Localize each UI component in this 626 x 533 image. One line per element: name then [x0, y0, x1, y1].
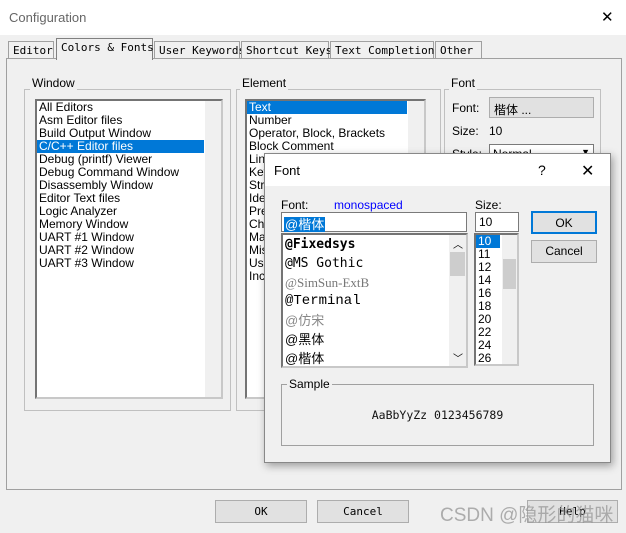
- close-icon[interactable]: ✕: [601, 8, 614, 26]
- font-list-item[interactable]: @黑体: [283, 330, 466, 349]
- font-list-item[interactable]: @MS Gothic: [283, 254, 466, 273]
- sample-group: AaBbYyZz 0123456789: [281, 384, 594, 446]
- scroll-thumb[interactable]: [450, 252, 465, 276]
- dialog-ok-button[interactable]: OK: [531, 211, 597, 234]
- chevron-up-icon[interactable]: ︿: [453, 236, 463, 251]
- window-list-item[interactable]: UART #3 Window: [37, 257, 221, 270]
- font-label: Font:: [452, 101, 480, 115]
- tab-colors-fonts[interactable]: Colors & Fonts: [56, 38, 154, 60]
- font-select-button[interactable]: 楷体 ...: [489, 97, 594, 118]
- size-value: 10: [489, 124, 503, 138]
- title-bar: Configuration ✕: [0, 0, 626, 35]
- element-list-item[interactable]: Block Comment: [247, 140, 424, 153]
- size-input[interactable]: 10: [475, 212, 519, 232]
- font-list-item[interactable]: @Fixedsys: [283, 235, 466, 254]
- tab-user-keywords[interactable]: User Keywords: [154, 41, 245, 59]
- font-dialog: Font ? ✕ Font: monospaced @楷体 @Fixedsys @…: [264, 153, 611, 463]
- font-name-value: @楷体: [284, 217, 326, 232]
- help-icon[interactable]: ?: [538, 162, 546, 178]
- scroll-thumb[interactable]: [503, 259, 516, 289]
- font-dialog-title: Font: [274, 163, 301, 178]
- font-list-item[interactable]: @Terminal: [283, 292, 466, 311]
- size-label: Size:: [452, 124, 479, 138]
- tab-text-completion[interactable]: Text Completion: [330, 41, 434, 59]
- cancel-button[interactable]: Cancel: [317, 500, 409, 523]
- size-label: Size:: [475, 198, 502, 212]
- window-list[interactable]: All Editors Asm Editor files Build Output …: [35, 99, 223, 399]
- monospaced-hint: monospaced: [334, 198, 403, 212]
- dialog-cancel-button[interactable]: Cancel: [531, 240, 597, 263]
- close-icon[interactable]: ✕: [581, 161, 594, 181]
- chevron-down-icon[interactable]: ﹀: [453, 350, 463, 365]
- size-list-scrollbar[interactable]: [502, 235, 517, 364]
- font-list-scrollbar[interactable]: ︿ ﹀: [449, 235, 466, 366]
- tab-shortcut-keys[interactable]: Shortcut Keys: [241, 41, 332, 59]
- window-list-scrollbar[interactable]: [205, 101, 221, 397]
- font-list-item[interactable]: @楷体: [283, 349, 449, 366]
- size-list[interactable]: 10 11 12 14 16 18 20 22 24 26: [474, 233, 519, 366]
- watermark: CSDN @隐形的猫咪: [440, 505, 614, 526]
- tab-editor[interactable]: Editor: [8, 41, 54, 59]
- font-name-label: Font:: [281, 198, 309, 212]
- sample-text: AaBbYyZz 0123456789: [371, 408, 504, 422]
- font-name-input[interactable]: @楷体: [281, 212, 467, 232]
- font-list[interactable]: @Fixedsys @MS Gothic @SimSun-ExtB @Terminal…: [281, 233, 468, 368]
- element-group-label: Element: [240, 76, 289, 90]
- font-list-item[interactable]: @SimSun-ExtB: [283, 273, 466, 292]
- tab-other[interactable]: Other: [435, 41, 482, 59]
- window-title: Configuration: [9, 10, 87, 25]
- sample-label: Sample: [287, 377, 332, 391]
- window-group-label: Window: [30, 76, 77, 90]
- ok-button[interactable]: OK: [215, 500, 307, 523]
- font-group-label: Font: [449, 76, 478, 90]
- font-dialog-titlebar: Font ? ✕: [265, 154, 610, 186]
- font-list-item[interactable]: @仿宋: [283, 311, 466, 330]
